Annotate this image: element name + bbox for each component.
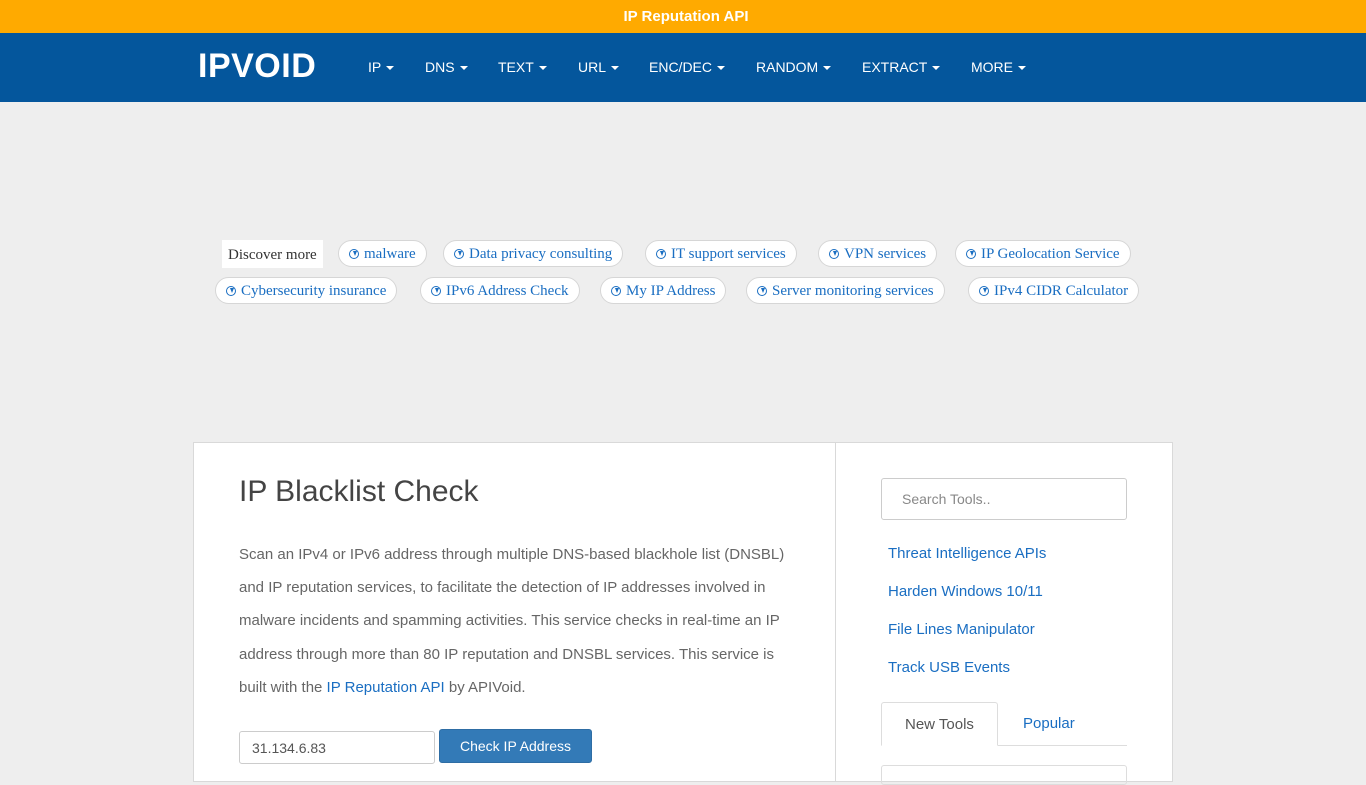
caret-down-icon <box>611 66 620 71</box>
nav-menu-label: URL <box>578 59 607 75</box>
circle-arrow-icon <box>966 249 976 259</box>
tab-popular[interactable]: Popular <box>1002 702 1091 746</box>
nav-menu-extract[interactable]: EXTRACT <box>862 33 941 102</box>
main-navbar: IPVOID IP DNS TEXT URL ENC/DEC RANDOM EX… <box>0 33 1366 102</box>
check-ip-button[interactable]: Check IP Address <box>439 729 592 763</box>
content-card: IP Blacklist Check Scan an IPv4 or IPv6 … <box>193 442 1173 785</box>
caret-down-icon <box>459 66 468 71</box>
circle-arrow-icon <box>829 249 839 259</box>
page-description: Scan an IPv4 or IPv6 address through mul… <box>239 538 799 704</box>
pill-label: Cybersecurity insurance <box>241 283 387 299</box>
search-tools-input[interactable] <box>881 478 1127 520</box>
nav-menu-more[interactable]: MORE <box>971 33 1026 102</box>
pill-label: IT support services <box>671 246 786 262</box>
pill-label: IPv4 CIDR Calculator <box>994 283 1129 299</box>
discover-pill[interactable]: Cybersecurity insurance <box>215 277 398 304</box>
nav-menu-encdec[interactable]: ENC/DEC <box>649 33 726 102</box>
caret-down-icon <box>538 66 547 71</box>
discover-pill[interactable]: malware <box>338 240 427 267</box>
page-title: IP Blacklist Check <box>239 475 479 508</box>
column-divider <box>835 443 836 781</box>
nav-menu-text[interactable]: TEXT <box>498 33 547 102</box>
sidebar-link-label: Track USB Events <box>888 659 1010 676</box>
tab-label: New Tools <box>905 716 974 733</box>
caret-down-icon <box>823 66 832 71</box>
discover-pill[interactable]: IT support services <box>645 240 797 267</box>
pill-label: VPN services <box>844 246 927 262</box>
discover-pill[interactable]: VPN services <box>818 240 938 267</box>
caret-down-icon <box>932 66 941 71</box>
ip-reputation-api-link[interactable]: IP Reputation API <box>327 679 445 696</box>
caret-down-icon <box>1018 66 1026 71</box>
discover-pill[interactable]: IPv4 CIDR Calculator <box>968 277 1140 304</box>
tab-label: Popular <box>1023 715 1075 732</box>
sidebar-link-label: Harden Windows 10/11 <box>888 583 1043 600</box>
discover-pill[interactable]: IP Geolocation Service <box>955 240 1131 267</box>
circle-arrow-icon <box>656 249 666 259</box>
nav-menu-ip[interactable]: IP <box>368 33 395 102</box>
ip-address-input[interactable] <box>239 731 435 764</box>
discover-pill[interactable]: Data privacy consulting <box>443 240 624 267</box>
sidebar-link-label: File Lines Manipulator <box>888 621 1035 638</box>
discover-more-label: Discover more <box>222 240 323 268</box>
top-banner[interactable]: IP Reputation API <box>0 0 1366 33</box>
sidebar-link-file-lines[interactable]: File Lines Manipulator <box>882 621 1035 638</box>
sidebar-link-threat-intelligence[interactable]: Threat Intelligence APIs <box>882 545 1046 562</box>
circle-arrow-icon <box>226 286 236 296</box>
circle-arrow-icon <box>611 286 621 296</box>
discover-pill[interactable]: My IP Address <box>600 277 727 304</box>
caret-down-icon <box>717 66 726 71</box>
pill-label: Server monitoring services <box>772 283 934 299</box>
site-logo[interactable]: IPVOID <box>198 33 316 102</box>
discover-pill[interactable]: IPv6 Address Check <box>420 277 580 304</box>
nav-menu-label: DNS <box>425 59 455 75</box>
nav-menu-url[interactable]: URL <box>578 33 620 102</box>
circle-arrow-icon <box>979 286 989 296</box>
tab-panel <box>881 765 1127 785</box>
pill-label: IP Geolocation Service <box>981 246 1120 262</box>
nav-menu-label: TEXT <box>498 59 534 75</box>
circle-arrow-icon <box>431 286 441 296</box>
circle-arrow-icon <box>757 286 767 296</box>
sidebar-link-harden-windows[interactable]: Harden Windows 10/11 <box>882 583 1043 600</box>
nav-menu-label: ENC/DEC <box>649 59 713 75</box>
nav-menu-label: MORE <box>971 59 1013 75</box>
nav-menu-label: RANDOM <box>756 59 819 75</box>
nav-menu-label: IP <box>368 59 382 75</box>
tab-new-tools[interactable]: New Tools <box>881 702 998 746</box>
pill-label: malware <box>364 246 416 262</box>
pill-label: IPv6 Address Check <box>446 283 569 299</box>
banner-link[interactable]: IP Reputation API <box>623 8 748 25</box>
pill-label: Data privacy consulting <box>469 246 613 262</box>
discover-pill[interactable]: Server monitoring services <box>746 277 945 304</box>
sidebar-link-label: Threat Intelligence APIs <box>888 545 1047 562</box>
nav-menu-label: EXTRACT <box>862 59 928 75</box>
circle-arrow-icon <box>349 249 359 259</box>
circle-arrow-icon <box>454 249 464 259</box>
nav-menu-dns[interactable]: DNS <box>425 33 468 102</box>
caret-down-icon <box>386 66 395 71</box>
nav-menu-random[interactable]: RANDOM <box>756 33 832 102</box>
pill-label: My IP Address <box>626 283 716 299</box>
sidebar-link-track-usb[interactable]: Track USB Events <box>882 659 1010 676</box>
description-text-end: by APIVoid. <box>444 678 526 696</box>
description-text: Scan an IPv4 or IPv6 address through mul… <box>239 546 785 696</box>
